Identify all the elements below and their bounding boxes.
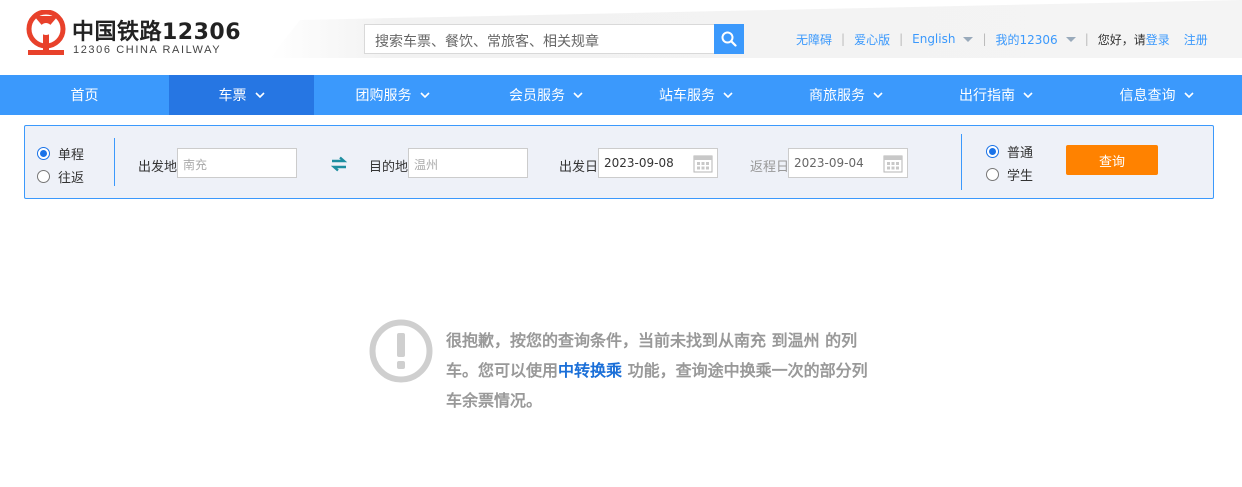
login-link[interactable]: 登录 — [1146, 31, 1170, 48]
chevron-down-icon — [1183, 92, 1194, 99]
railway-logo-icon[interactable] — [24, 10, 68, 58]
link-separator: | — [1084, 32, 1089, 46]
nav-item-tickets[interactable]: 车票 — [169, 75, 314, 115]
brand-title[interactable]: 中国铁路12306 — [72, 14, 241, 46]
depart-date-value: 2023-09-08 — [604, 156, 674, 170]
return-date-label: 返程日 — [750, 160, 790, 175]
nav-item-business-travel[interactable]: 商旅服务 — [771, 75, 921, 115]
query-button[interactable]: 查询 — [1066, 145, 1158, 175]
language-link[interactable]: English — [912, 32, 955, 46]
trip-type-one-way-radio[interactable]: 单程 — [37, 144, 84, 163]
chevron-down-icon — [573, 92, 583, 99]
trip-type-round-trip-radio[interactable]: 往返 — [37, 167, 84, 186]
chevron-down-icon — [723, 92, 733, 99]
nav-item-label: 会员服务 — [509, 88, 565, 104]
main-nav: 首页 车票 团购服务 会员服务 站车服务 商旅服务 出行指南 信息查询 — [0, 75, 1242, 115]
accessibility-link[interactable]: 无障碍 — [796, 31, 832, 48]
from-station-input[interactable]: 南充 — [177, 148, 297, 178]
search-icon — [721, 31, 737, 47]
ticket-query-form: 单程 往返 出发地 南充 目的地 温州 出发日 2023-09-08 返程日 2… — [24, 125, 1214, 199]
passenger-student-radio[interactable]: 学生 — [986, 165, 1033, 184]
nav-item-member-service[interactable]: 会员服务 — [471, 75, 621, 115]
nav-item-info-query[interactable]: 信息查询 — [1071, 75, 1242, 115]
link-separator: | — [899, 32, 904, 46]
nav-item-label: 商旅服务 — [809, 88, 865, 104]
from-label: 出发地 — [138, 160, 178, 175]
nav-item-label: 站车服务 — [659, 88, 715, 104]
calendar-icon[interactable] — [693, 153, 713, 173]
radio-label: 学生 — [1007, 169, 1034, 184]
register-link[interactable]: 注册 — [1184, 31, 1208, 48]
nav-item-label: 信息查询 — [1119, 88, 1176, 104]
calendar-icon[interactable] — [883, 153, 903, 173]
no-results-message: 很抱歉，按您的查询条件，当前未找到从南充 到温州 的列车。您可以使用中转换乘 功… — [446, 326, 876, 416]
radio-selected-icon — [986, 145, 999, 158]
return-date-input[interactable]: 2023-09-04 — [788, 148, 908, 178]
chevron-down-icon[interactable] — [1065, 36, 1076, 42]
chevron-down-icon — [419, 92, 430, 99]
radio-label: 单程 — [58, 148, 85, 163]
transfer-link[interactable]: 中转换乘 — [558, 361, 622, 380]
divider — [961, 134, 962, 190]
radio-selected-icon — [37, 147, 50, 160]
return-date-value: 2023-09-04 — [794, 156, 864, 170]
swap-stations-icon[interactable] — [330, 156, 348, 172]
depart-date-input[interactable]: 2023-09-08 — [598, 148, 718, 178]
passenger-adult-radio[interactable]: 普通 — [986, 142, 1033, 161]
to-station-input[interactable]: 温州 — [408, 148, 528, 178]
top-links: 无障碍 | 爱心版 | English | 我的12306 | 您好，请 登录 … — [796, 31, 1208, 47]
chevron-down-icon — [873, 92, 883, 99]
link-separator: | — [982, 32, 987, 46]
exclamation-circle-icon — [369, 319, 433, 383]
greeting-text: 您好，请 — [1097, 32, 1146, 47]
nav-item-travel-guide[interactable]: 出行指南 — [921, 75, 1071, 115]
site-header: 中国铁路12306 12306 CHINA RAILWAY 搜索车票、餐饮、常旅… — [0, 0, 1242, 75]
chevron-down-icon — [1023, 92, 1033, 99]
divider — [114, 138, 115, 186]
chevron-down-icon — [254, 92, 265, 99]
nav-item-label: 车票 — [218, 88, 247, 104]
link-separator: | — [841, 32, 846, 46]
depart-date-label: 出发日 — [559, 160, 599, 175]
my-account-link[interactable]: 我的12306 — [996, 31, 1058, 48]
brand-subtitle: 12306 CHINA RAILWAY — [73, 44, 222, 56]
search-input[interactable]: 搜索车票、餐饮、常旅客、相关规章 — [364, 24, 714, 54]
nav-item-home[interactable]: 首页 — [0, 75, 169, 115]
radio-label: 普通 — [1007, 146, 1034, 161]
radio-label: 往返 — [58, 171, 85, 186]
nav-item-label: 首页 — [70, 88, 99, 104]
nav-item-label: 出行指南 — [959, 88, 1015, 104]
care-edition-link[interactable]: 爱心版 — [854, 31, 890, 48]
nav-item-label: 团购服务 — [355, 88, 412, 104]
radio-unselected-icon — [986, 168, 999, 181]
nav-item-group-service[interactable]: 团购服务 — [314, 75, 471, 115]
chevron-down-icon[interactable] — [963, 36, 974, 42]
radio-unselected-icon — [37, 170, 50, 183]
to-label: 目的地 — [369, 160, 409, 175]
nav-item-station-service[interactable]: 站车服务 — [621, 75, 771, 115]
search-button[interactable] — [714, 24, 744, 54]
